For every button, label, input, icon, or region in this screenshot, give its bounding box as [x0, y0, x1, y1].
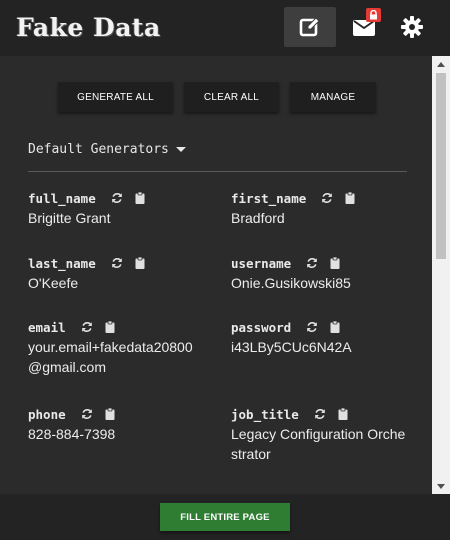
field-label: job_title: [231, 406, 299, 422]
clipboard-icon[interactable]: [328, 256, 342, 270]
edit-icon: [299, 17, 320, 37]
refresh-icon[interactable]: [320, 191, 334, 205]
clipboard-icon[interactable]: [103, 407, 117, 421]
field-phone: phone 828-884-7398: [28, 405, 208, 444]
field-value: 828-884-7398: [28, 426, 116, 442]
refresh-icon[interactable]: [313, 407, 327, 421]
generate-all-button[interactable]: GENERATE ALL: [58, 82, 173, 112]
footer: FILL ENTIRE PAGE: [0, 494, 450, 540]
scroll-up-arrow-icon[interactable]: [432, 56, 450, 72]
main-content: GENERATE ALL CLEAR ALL MANAGE Default Ge…: [0, 56, 432, 494]
field-value: O'Keefe: [28, 275, 79, 291]
field-label: first_name: [231, 190, 307, 206]
field-label: password: [231, 319, 292, 335]
field-label: username: [231, 255, 292, 271]
field-label: phone: [28, 406, 66, 422]
field-value: Onie.Gusikowski85: [231, 275, 351, 291]
clipboard-icon[interactable]: [343, 191, 357, 205]
field-label: email: [28, 319, 66, 335]
field-label: full_name: [28, 190, 96, 206]
field-label: last_name: [28, 255, 96, 271]
edit-button[interactable]: [284, 7, 336, 47]
scroll-down-arrow-icon[interactable]: [432, 478, 450, 494]
field-value: i43LBy5CUc6N42A: [231, 339, 352, 355]
refresh-icon[interactable]: [80, 320, 94, 334]
clipboard-icon[interactable]: [103, 320, 117, 334]
refresh-icon[interactable]: [305, 256, 319, 270]
app-logo: Fake Data: [16, 13, 161, 42]
field-value: your.email+fakedata20800@gmail.com: [28, 339, 193, 375]
field-last-name: last_name O'Keefe: [28, 254, 208, 293]
field-value: Brigitte Grant: [28, 210, 111, 226]
clipboard-icon[interactable]: [328, 320, 342, 334]
settings-button[interactable]: [386, 7, 438, 47]
caret-down-icon: [175, 147, 186, 152]
field-password: password i43LBy5CUc6N42A: [231, 318, 411, 357]
field-username: username Onie.Gusikowski85: [231, 254, 411, 293]
scrollbar[interactable]: [432, 56, 450, 494]
field-value: Bradford: [231, 210, 285, 226]
clipboard-icon[interactable]: [133, 191, 147, 205]
field-value: Legacy Configuration Orchestrator: [231, 426, 406, 462]
header: Fake Data: [0, 0, 450, 56]
gear-icon: [401, 16, 423, 38]
clipboard-icon[interactable]: [336, 407, 350, 421]
lock-icon: [366, 8, 381, 22]
refresh-icon[interactable]: [80, 407, 94, 421]
refresh-icon[interactable]: [110, 191, 124, 205]
generator-select[interactable]: Default Generators: [28, 142, 186, 157]
field-job-title: job_title Legacy Configuration Orchestra…: [231, 405, 411, 464]
email-inbox-button[interactable]: [338, 7, 390, 47]
generator-select-value: Default Generators: [28, 142, 169, 157]
clear-all-button[interactable]: CLEAR ALL: [184, 82, 279, 112]
clipboard-icon[interactable]: [133, 256, 147, 270]
field-full-name: full_name Brigitte Grant: [28, 189, 208, 228]
refresh-icon[interactable]: [305, 320, 319, 334]
fill-entire-page-button[interactable]: FILL ENTIRE PAGE: [160, 503, 290, 531]
refresh-icon[interactable]: [110, 256, 124, 270]
field-first-name: first_name Bradford: [231, 189, 411, 228]
field-email: email your.email+fakedata20800@gmail.com: [28, 318, 208, 377]
scrollbar-thumb[interactable]: [436, 73, 446, 259]
manage-button[interactable]: MANAGE: [290, 82, 376, 112]
divider: [28, 171, 407, 172]
